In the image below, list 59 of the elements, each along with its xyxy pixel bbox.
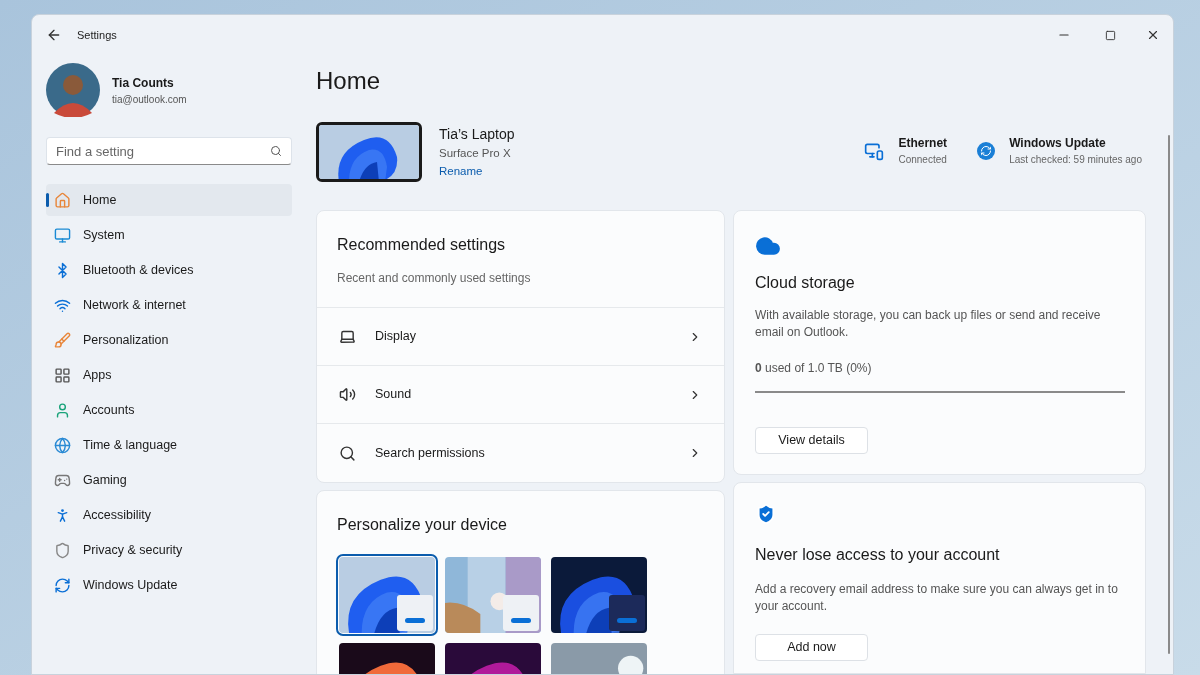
- close-icon: [1146, 28, 1160, 42]
- card-description: Add a recovery email address to make sure you can always get in to your account.: [755, 581, 1119, 615]
- settings-row[interactable]: Search permissions: [317, 424, 724, 482]
- card-subtitle: Recent and commonly used settings: [337, 270, 532, 287]
- update-icon: [54, 576, 71, 594]
- card-description: With available storage, you can back up files or send and receive email on Outlook.: [755, 307, 1102, 341]
- add-now-button[interactable]: Add now: [755, 634, 868, 661]
- device-model: Surface Pro X: [439, 146, 512, 162]
- user-email: tia@outlook.com: [112, 92, 187, 107]
- sidebar-item[interactable]: Bluetooth & devices: [46, 254, 292, 286]
- status-detail: Connected: [898, 153, 948, 167]
- card-title: Personalize your device: [337, 515, 508, 535]
- card-title: Cloud storage: [755, 273, 856, 293]
- search-field[interactable]: Find a setting: [46, 137, 292, 165]
- status-detail: Last checked: 59 minutes ago: [1009, 153, 1142, 167]
- sidebar-item[interactable]: Accessibility: [46, 499, 292, 531]
- maximize-icon: [1104, 29, 1116, 41]
- rename-link[interactable]: Rename: [439, 162, 515, 180]
- monitor-icon: [54, 226, 71, 244]
- card-title: Recommended settings: [337, 235, 507, 255]
- page-title: Home: [316, 69, 382, 93]
- search-icon: [270, 145, 282, 157]
- window-preview: [503, 595, 539, 631]
- view-details-button[interactable]: View details: [755, 427, 868, 454]
- person-icon: [54, 401, 71, 419]
- laptop-icon: [339, 328, 356, 345]
- sidebar-item[interactable]: Gaming: [46, 464, 292, 496]
- back-button[interactable]: [46, 27, 62, 43]
- status-title: Ethernet: [898, 135, 948, 152]
- user-name: Tia Counts: [112, 74, 175, 92]
- sidebar-item[interactable]: Time & language: [46, 429, 292, 461]
- brush-icon: [54, 331, 71, 349]
- scrollbar[interactable]: [1168, 135, 1170, 654]
- sidebar-item[interactable]: Network & internet: [46, 289, 292, 321]
- search-icon: [339, 444, 356, 462]
- shield-icon: [54, 541, 71, 559]
- window-preview: [609, 595, 645, 631]
- sidebar-item[interactable]: Accounts: [46, 394, 292, 426]
- globe-icon: [54, 436, 71, 454]
- sidebar-item[interactable]: Windows Update: [46, 569, 292, 601]
- storage-usage: 0 used of 1.0 TB (0%): [755, 360, 873, 377]
- window-title: Settings: [77, 27, 117, 43]
- sidebar-item[interactable]: System: [46, 219, 292, 251]
- home-icon: [54, 191, 71, 209]
- settings-row[interactable]: Sound: [317, 366, 724, 424]
- status-title: Windows Update: [1009, 135, 1107, 152]
- selection-indicator: [46, 193, 49, 207]
- sidebar-item[interactable]: Home: [46, 184, 292, 216]
- avatar: [46, 63, 100, 117]
- apps-icon: [54, 366, 71, 384]
- settings-row[interactable]: Display: [317, 308, 724, 366]
- speaker-icon: [339, 386, 356, 403]
- sidebar-item[interactable]: Personalization: [46, 324, 292, 356]
- device-name: Tia’s Laptop: [439, 125, 515, 145]
- sidebar-item[interactable]: Privacy & security: [46, 534, 292, 566]
- sidebar-item[interactable]: Apps: [46, 359, 292, 391]
- window-preview: [397, 595, 433, 631]
- update-icon: [977, 141, 996, 160]
- card-title: Never lose access to your account: [755, 545, 1001, 565]
